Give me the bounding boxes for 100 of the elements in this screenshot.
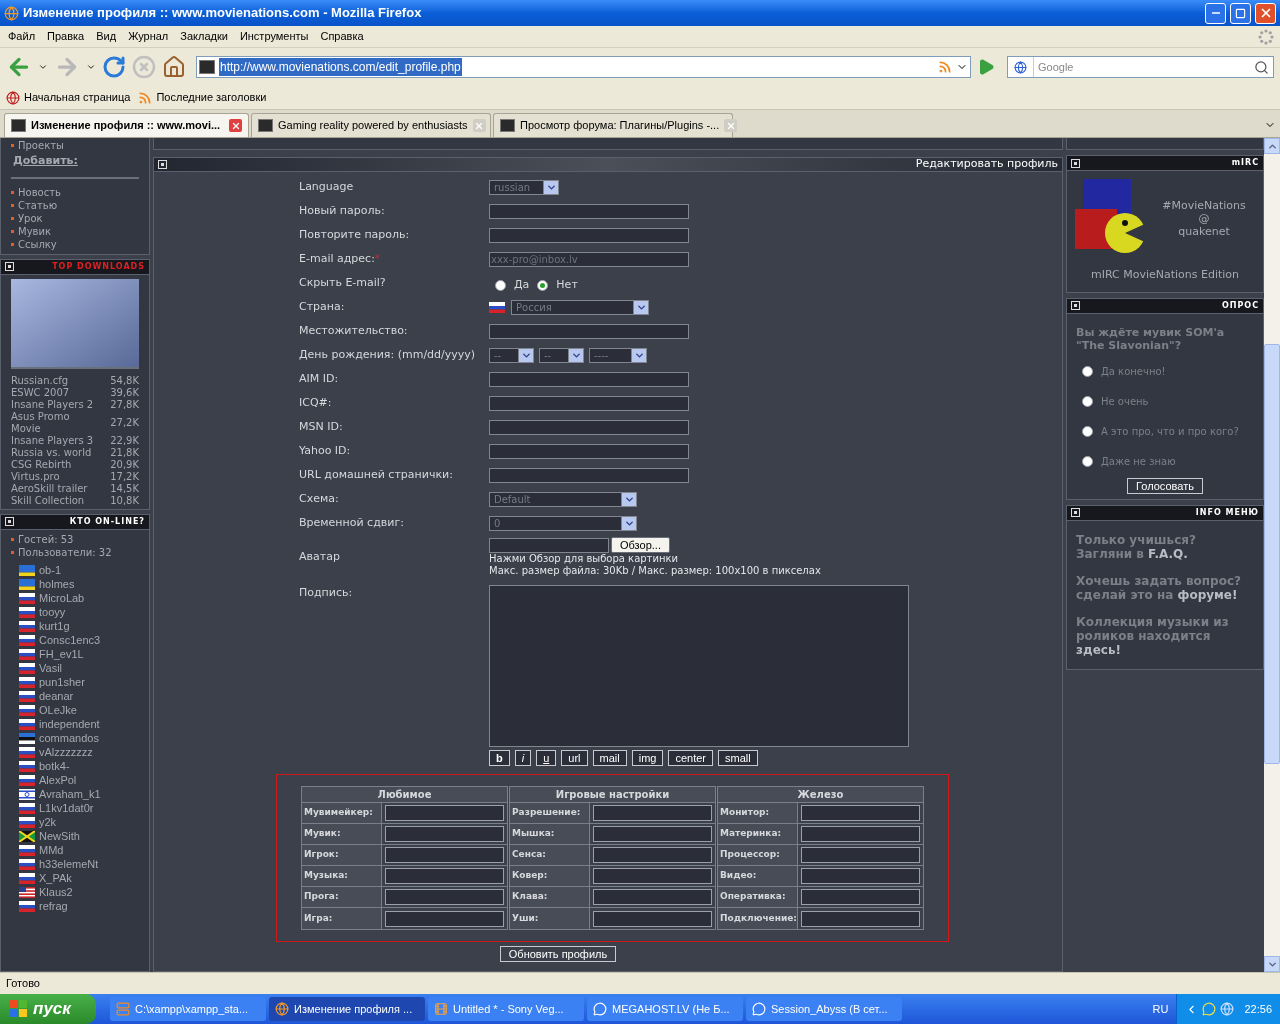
text-field[interactable]: xxx-pro@inbox.lv bbox=[489, 251, 689, 267]
user-link[interactable]: deanar bbox=[39, 688, 74, 705]
user-link[interactable]: MicroLab bbox=[39, 590, 85, 607]
sidebar-link[interactable]: Мувик bbox=[18, 224, 51, 238]
close-button[interactable] bbox=[1255, 2, 1276, 24]
text-field[interactable] bbox=[489, 323, 689, 339]
text-field[interactable] bbox=[385, 826, 504, 842]
text-field[interactable] bbox=[489, 227, 689, 243]
user-link[interactable]: ob-1 bbox=[39, 562, 62, 579]
download-link[interactable]: Russian.cfg bbox=[11, 374, 95, 387]
menu-item[interactable]: Вид bbox=[90, 28, 123, 45]
dropdown[interactable]: russian bbox=[489, 179, 559, 195]
text-field[interactable] bbox=[801, 847, 920, 863]
text-field[interactable] bbox=[489, 443, 689, 459]
user-link[interactable]: AlexPol bbox=[39, 772, 77, 789]
format-button[interactable]: small bbox=[718, 750, 758, 766]
format-button[interactable]: center bbox=[668, 750, 714, 766]
text-field[interactable] bbox=[801, 826, 920, 842]
vote-button[interactable]: Голосовать bbox=[1127, 477, 1203, 494]
browser-tab[interactable]: Изменение профиля :: www.movi... bbox=[4, 113, 249, 137]
format-button[interactable]: u bbox=[536, 750, 557, 766]
format-button[interactable]: i bbox=[514, 750, 532, 766]
user-link[interactable]: tooyy bbox=[39, 604, 66, 621]
menu-item[interactable]: Справка bbox=[314, 28, 370, 45]
text-field[interactable] bbox=[801, 889, 920, 905]
download-link[interactable]: Skill Collection bbox=[11, 494, 95, 507]
search-icon[interactable] bbox=[1254, 59, 1269, 75]
user-link[interactable]: commandos bbox=[39, 730, 99, 747]
minimize-button[interactable] bbox=[1205, 2, 1226, 24]
tab-close-button[interactable] bbox=[229, 119, 242, 132]
format-button[interactable]: mail bbox=[592, 750, 627, 766]
taskbar-button[interactable]: Untitled * - Sony Veg... bbox=[428, 997, 584, 1021]
maximize-button[interactable] bbox=[1230, 2, 1251, 24]
text-field[interactable] bbox=[385, 868, 504, 884]
user-link[interactable]: Consc1enc3 bbox=[39, 632, 101, 649]
text-field[interactable] bbox=[593, 868, 712, 884]
text-field[interactable] bbox=[801, 910, 920, 927]
radio-button[interactable] bbox=[495, 279, 506, 291]
text-field[interactable] bbox=[593, 847, 712, 863]
user-link[interactable]: h33elemeNt bbox=[39, 856, 99, 873]
text-field[interactable] bbox=[385, 889, 504, 905]
go-button[interactable] bbox=[977, 58, 995, 76]
reload-button[interactable] bbox=[102, 55, 126, 79]
sidebar-link[interactable]: Статью bbox=[18, 198, 58, 212]
info-link[interactable]: форуме! bbox=[1177, 587, 1238, 602]
info-link[interactable]: здесь! bbox=[1076, 642, 1121, 657]
user-link[interactable]: L1kv1dat0r bbox=[39, 800, 94, 817]
text-field[interactable] bbox=[489, 371, 689, 387]
user-link[interactable]: botk4- bbox=[39, 758, 70, 775]
user-link[interactable]: kurt1g bbox=[39, 618, 70, 635]
text-field[interactable] bbox=[801, 805, 920, 821]
text-field[interactable] bbox=[385, 805, 504, 821]
text-field[interactable] bbox=[593, 910, 712, 927]
language-indicator[interactable]: RU bbox=[1152, 1000, 1169, 1018]
user-link[interactable]: Vasil bbox=[39, 660, 63, 677]
download-link[interactable]: Insane Players 3 bbox=[11, 434, 95, 447]
search-field[interactable]: Google bbox=[1007, 56, 1274, 78]
network-icon[interactable] bbox=[1220, 1002, 1235, 1016]
menu-item[interactable]: Инструменты bbox=[233, 28, 315, 45]
back-history-icon[interactable] bbox=[38, 62, 48, 72]
info-link[interactable]: F.A.Q. bbox=[1148, 546, 1188, 561]
radio-button[interactable] bbox=[1082, 395, 1093, 407]
download-link[interactable]: AeroSkill trailer bbox=[11, 482, 95, 495]
browser-tab[interactable]: Gaming reality powered by enthusiasts bbox=[251, 113, 491, 137]
sidebar-link[interactable]: Ссылку bbox=[18, 237, 57, 251]
user-link[interactable]: Klaus2 bbox=[39, 884, 73, 901]
radio-button[interactable] bbox=[1082, 365, 1093, 377]
user-link[interactable]: vAlzzzzzzz bbox=[39, 744, 93, 761]
menu-item[interactable]: Правка bbox=[41, 28, 91, 45]
user-link[interactable]: Avraham_k1 bbox=[39, 786, 101, 803]
forward-history-icon[interactable] bbox=[86, 62, 96, 72]
scroll-thumb[interactable] bbox=[1264, 344, 1280, 764]
taskbar-button[interactable]: C:\xampp\xampp_sta... bbox=[110, 997, 266, 1021]
dropdown[interactable]: -- bbox=[539, 347, 584, 363]
dropdown[interactable]: Россия bbox=[511, 299, 649, 315]
radio-button[interactable] bbox=[1082, 455, 1093, 467]
dropdown[interactable]: ---- bbox=[589, 347, 647, 363]
text-field[interactable] bbox=[489, 395, 689, 411]
start-button[interactable]: пуск bbox=[0, 994, 96, 1024]
scrollbar[interactable] bbox=[1264, 138, 1280, 972]
taskbar-button[interactable]: MEGAHOST.LV (Не Б... bbox=[587, 997, 743, 1021]
text-field[interactable] bbox=[593, 805, 712, 821]
download-link[interactable]: Asus Promo Movie bbox=[11, 410, 95, 435]
text-field[interactable] bbox=[593, 826, 712, 842]
text-field[interactable] bbox=[593, 889, 712, 905]
text-field[interactable] bbox=[801, 868, 920, 884]
browse-button[interactable]: Обзор... bbox=[611, 537, 670, 553]
text-field[interactable] bbox=[385, 910, 504, 927]
menu-item[interactable]: Журнал bbox=[122, 28, 175, 45]
menu-item[interactable]: Закладки bbox=[174, 28, 234, 45]
user-link[interactable]: pun1sher bbox=[39, 674, 85, 691]
bookmark-link[interactable]: Начальная страница bbox=[24, 89, 131, 106]
update-profile-button[interactable]: Обновить профиль bbox=[499, 946, 617, 962]
text-field[interactable] bbox=[489, 203, 689, 219]
dropdown[interactable]: Default bbox=[489, 491, 637, 507]
download-link[interactable]: Russia vs. world bbox=[11, 446, 95, 459]
sidebar-link[interactable]: Новость bbox=[18, 185, 61, 199]
sidebar-link[interactable]: Урок bbox=[18, 211, 43, 225]
dropdown[interactable]: -- bbox=[489, 347, 534, 363]
text-field[interactable] bbox=[489, 537, 609, 553]
